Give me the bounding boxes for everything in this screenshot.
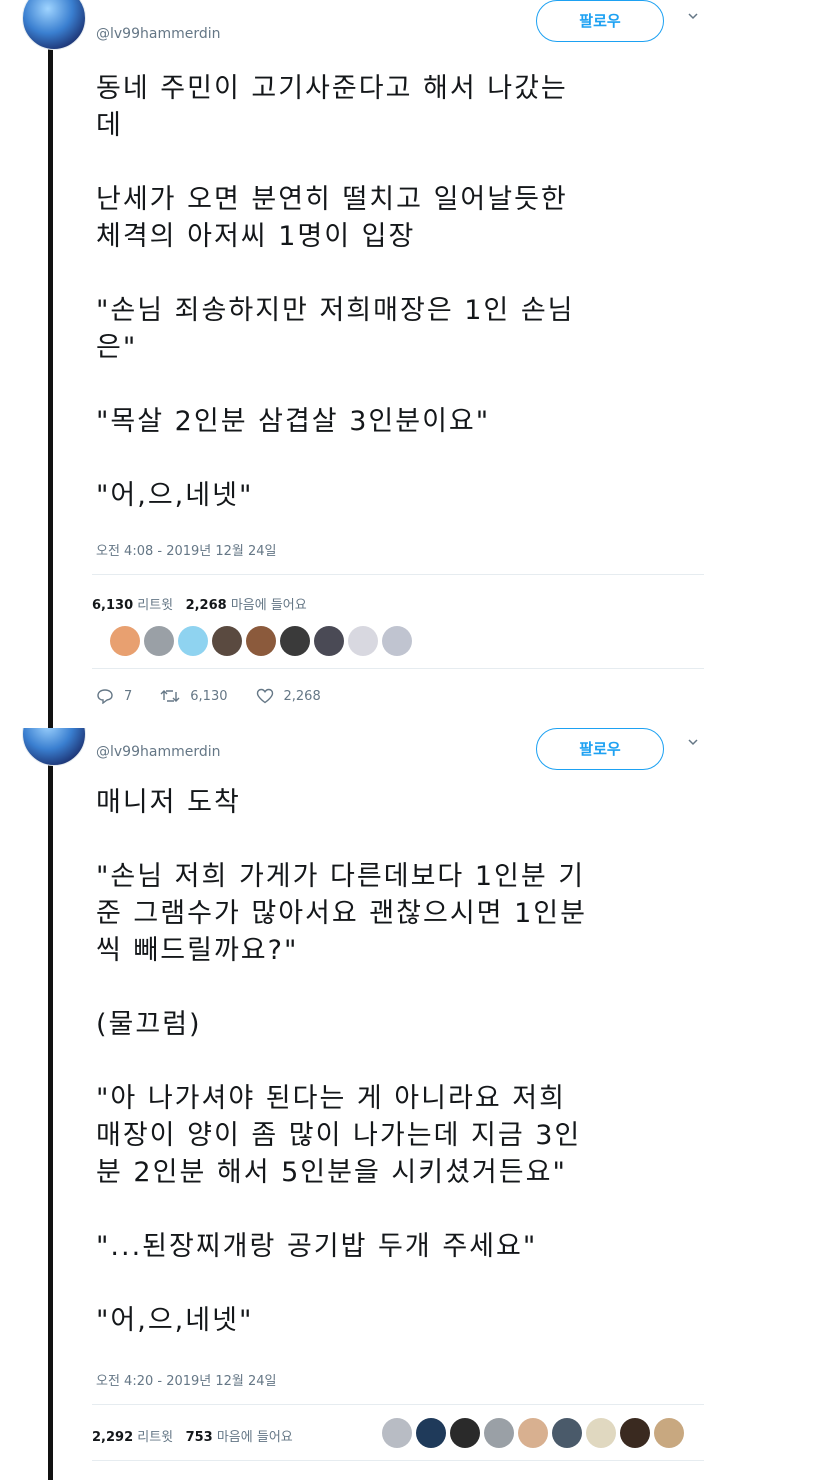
like-button[interactable]: 2,268	[256, 688, 321, 704]
like-label[interactable]: 마음에 들어요	[217, 1430, 293, 1445]
tweet-paragraph: "목살 2인분 삼겹살 3인분이요"	[96, 406, 491, 437]
heart-icon	[256, 688, 273, 704]
tweet-timestamp[interactable]: 오전 4:20 - 2019년 12월 24일	[96, 1370, 277, 1389]
liker-avatar[interactable]	[314, 626, 344, 656]
liker-avatar[interactable]	[450, 1418, 480, 1448]
retweet-button[interactable]: 6,130	[160, 688, 228, 704]
liker-avatar[interactable]	[382, 626, 412, 656]
chevron-down-icon[interactable]	[688, 738, 698, 748]
follow-button[interactable]: 팔로우	[536, 728, 664, 770]
liker-avatar[interactable]	[144, 626, 174, 656]
chevron-down-icon[interactable]	[688, 12, 698, 22]
reply-icon	[97, 689, 113, 704]
liker-avatar[interactable]	[416, 1418, 446, 1448]
retweet-count[interactable]: 6,130	[92, 598, 133, 613]
engagement-stats: 2,292 리트윗 753 마음에 들어요	[92, 1426, 293, 1445]
liker-avatar[interactable]	[280, 626, 310, 656]
divider	[92, 574, 704, 575]
tweet-paragraph: 동네 주민이 고기사준다고 해서 나갔는 데	[96, 73, 568, 141]
user-handle[interactable]: @lv99hammerdin	[96, 744, 221, 760]
liker-avatar[interactable]	[518, 1418, 548, 1448]
tweet-actions: 7 6,130 2,268	[96, 688, 349, 704]
user-handle[interactable]: @lv99hammerdin	[96, 26, 221, 42]
retweet-label[interactable]: 리트윗	[137, 598, 173, 613]
liker-avatar[interactable]	[246, 626, 276, 656]
liker-avatar[interactable]	[212, 626, 242, 656]
tweet-1: @lv99hammerdin 팔로우 동네 주민이 고기사준다고 해서 나갔는 …	[0, 0, 818, 728]
tweet-paragraph: "아 나가셔야 된다는 게 아니라요 저희 매장이 양이 좀 많이 나가는데 지…	[96, 1083, 582, 1188]
tweet-paragraph: (물끄럼)	[96, 1009, 202, 1040]
tweet-paragraph: "...된장찌개랑 공기밥 두개 주세요"	[96, 1231, 538, 1262]
liker-avatars	[382, 1418, 684, 1448]
tweet-paragraph: 매니저 도착	[96, 787, 241, 818]
divider	[92, 668, 704, 669]
like-count[interactable]: 2,268	[186, 598, 227, 613]
divider	[92, 1460, 704, 1461]
liker-avatar[interactable]	[110, 626, 140, 656]
tweet-paragraph: "어,으,네넷"	[96, 1305, 254, 1336]
tweet-2: @lv99hammerdin 팔로우 매니저 도착 "손님 저희 가게가 다른데…	[0, 728, 818, 1480]
thread-line	[48, 40, 53, 728]
follow-button[interactable]: 팔로우	[536, 0, 664, 42]
liker-avatar[interactable]	[654, 1418, 684, 1448]
tweet-paragraph: "손님 죄송하지만 저희매장은 1인 손님 은"	[96, 295, 575, 363]
reply-count: 7	[124, 688, 133, 704]
liker-avatar[interactable]	[586, 1418, 616, 1448]
tweet-text: 동네 주민이 고기사준다고 해서 나갔는 데 난세가 오면 분연히 떨치고 일어…	[96, 70, 686, 514]
retweet-action-count: 6,130	[190, 688, 228, 704]
thread-line	[48, 756, 53, 1480]
reply-button[interactable]: 7	[96, 688, 132, 704]
retweet-count[interactable]: 2,292	[92, 1430, 133, 1445]
like-count[interactable]: 753	[186, 1430, 213, 1445]
tweet-paragraph: 난세가 오면 분연히 떨치고 일어날듯한 체격의 아저씨 1명이 입장	[96, 184, 568, 252]
liker-avatar[interactable]	[382, 1418, 412, 1448]
tweet-paragraph: "손님 저희 가게가 다른데보다 1인분 기 준 그램수가 많아서요 괜찮으시면…	[96, 861, 587, 966]
like-action-count: 2,268	[283, 688, 321, 704]
liker-avatars	[110, 626, 412, 656]
tweet-paragraph: "어,으,네넷"	[96, 480, 254, 511]
like-label[interactable]: 마음에 들어요	[231, 598, 307, 613]
liker-avatar[interactable]	[484, 1418, 514, 1448]
avatar[interactable]	[22, 728, 86, 766]
liker-avatar[interactable]	[178, 626, 208, 656]
retweet-label[interactable]: 리트윗	[137, 1430, 173, 1445]
avatar[interactable]	[22, 0, 86, 50]
tweet-timestamp[interactable]: 오전 4:08 - 2019년 12월 24일	[96, 540, 277, 559]
divider	[92, 1404, 704, 1405]
engagement-stats: 6,130 리트윗 2,268 마음에 들어요	[92, 594, 307, 613]
liker-avatar[interactable]	[348, 626, 378, 656]
tweet-text: 매니저 도착 "손님 저희 가게가 다른데보다 1인분 기 준 그램수가 많아서…	[96, 784, 686, 1339]
retweet-icon	[160, 690, 180, 702]
liker-avatar[interactable]	[620, 1418, 650, 1448]
liker-avatar[interactable]	[552, 1418, 582, 1448]
